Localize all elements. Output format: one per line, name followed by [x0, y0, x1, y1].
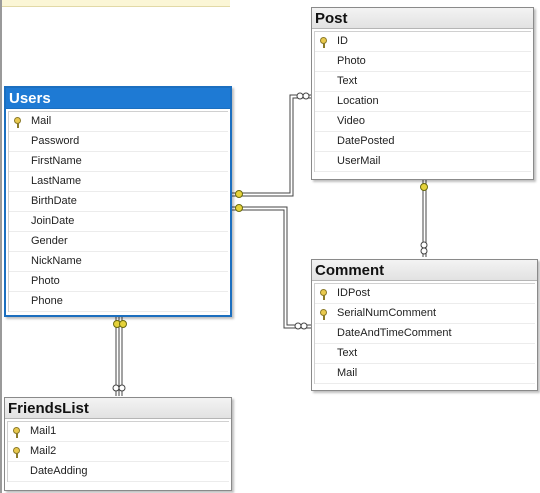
key-end-icon — [235, 204, 243, 212]
column-row[interactable]: Text — [315, 344, 535, 364]
table-comment[interactable]: Comment IDPost SerialNumComment DateAndT… — [311, 259, 538, 391]
column-list: Mail Password FirstName LastName BirthDa… — [8, 111, 228, 312]
column-row[interactable]: Password — [9, 132, 228, 152]
column-row[interactable]: Phone — [9, 292, 228, 312]
relationship-users-post[interactable] — [230, 92, 311, 198]
infinity-end-icon — [420, 247, 428, 255]
column-row[interactable]: LastName — [9, 172, 228, 192]
column-row[interactable]: Mail — [9, 112, 228, 132]
primary-key-icon — [13, 447, 20, 458]
column-list: IDPost SerialNumComment DateAndTimeComme… — [314, 283, 535, 384]
table-title: Comment — [312, 260, 537, 281]
column-row[interactable]: DateAdding — [8, 462, 229, 482]
infinity-end-icon — [300, 322, 308, 330]
column-row[interactable]: Text — [315, 72, 531, 92]
relationship-users-friendslist[interactable] — [112, 317, 127, 396]
table-friendslist[interactable]: FriendsList Mail1 Mail2 DateAdding — [4, 397, 232, 491]
key-end-icon — [235, 190, 243, 198]
key-end-icon — [119, 320, 127, 328]
column-row[interactable]: DatePosted — [315, 132, 531, 152]
column-row[interactable]: IDPost — [315, 284, 535, 304]
column-row[interactable]: BirthDate — [9, 192, 228, 212]
column-row[interactable]: Gender — [9, 232, 228, 252]
table-users[interactable]: Users Mail Password FirstName LastName B… — [4, 86, 232, 317]
infinity-end-icon — [420, 241, 428, 249]
column-row[interactable]: FirstName — [9, 152, 228, 172]
infinity-end-icon — [112, 384, 120, 392]
table-title: FriendsList — [5, 398, 231, 419]
primary-key-icon — [13, 427, 20, 438]
column-row[interactable]: ID — [315, 32, 531, 52]
column-list: ID Photo Text Location Video DatePosted … — [314, 31, 531, 172]
infinity-end-icon — [294, 322, 302, 330]
column-list: Mail1 Mail2 DateAdding — [7, 421, 229, 482]
column-row[interactable]: NickName — [9, 252, 228, 272]
table-title: Users — [6, 88, 230, 109]
key-end-icon — [420, 183, 428, 191]
column-row[interactable]: Mail1 — [8, 422, 229, 442]
column-row[interactable]: Photo — [9, 272, 228, 292]
column-row[interactable]: Location — [315, 92, 531, 112]
column-row[interactable]: Mail — [315, 364, 535, 384]
infinity-end-icon — [302, 92, 310, 100]
infinity-end-icon — [118, 384, 126, 392]
primary-key-icon — [14, 117, 21, 128]
column-row[interactable]: SerialNumComment — [315, 304, 535, 324]
primary-key-icon — [320, 289, 327, 300]
relationship-post-comment[interactable] — [420, 180, 428, 257]
infinity-end-icon — [296, 92, 304, 100]
column-row[interactable]: DateAndTimeComment — [315, 324, 535, 344]
column-row[interactable]: Mail2 — [8, 442, 229, 462]
column-row[interactable]: UserMail — [315, 152, 531, 172]
column-row[interactable]: Photo — [315, 52, 531, 72]
relationship-users-comment[interactable] — [230, 204, 311, 330]
table-title: Post — [312, 8, 533, 29]
primary-key-icon — [320, 37, 327, 48]
column-row[interactable]: JoinDate — [9, 212, 228, 232]
primary-key-icon — [320, 309, 327, 320]
column-row[interactable]: Video — [315, 112, 531, 132]
table-post[interactable]: Post ID Photo Text Location Video DatePo… — [311, 7, 534, 180]
